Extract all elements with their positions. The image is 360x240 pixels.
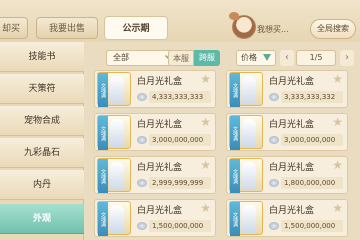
item-card[interactable]: 文魂满 白月光礼盒 3,333,333,332 ★ [226,70,348,108]
sidebar-item-inner-pill[interactable]: 内丹 [0,170,84,200]
item-price: 2,999,999,999 [149,177,211,189]
item-tag: 文魂满 [98,159,108,193]
favorite-star-icon[interactable]: ★ [200,116,211,128]
top-bar: 却买 我要出售 公示期 我想买... 全局搜索 [0,0,360,42]
item-grid: 文魂满 白月光礼盒 4,333,333,333 ★ 文魂满 白月光礼盒 3,33… [94,70,360,240]
sidebar-item-crystal[interactable]: 九彩晶石 [0,138,84,168]
filter-row: 全部 本服 跨服 价格 ‹ 1/5 › [88,48,360,70]
price-sort-label: 价格 [241,53,257,62]
page-indicator: 1/5 [296,50,336,66]
silver-coin-icon [269,222,279,230]
item-name: 白月光礼盒 [269,77,315,87]
item-card[interactable]: 文魂满 白月光礼盒 2,999,999,999 ★ [94,156,216,194]
sidebar-item-appearance[interactable]: 外观 [0,204,84,234]
item-tag: 文魂满 [98,116,108,150]
item-tag: 文魂满 [230,116,240,150]
price-sort-button[interactable]: 价格 [236,50,276,66]
item-tag: 文魂满 [230,202,240,236]
item-card[interactable]: 文魂满 白月光礼盒 3,000,000,000 ★ [226,113,348,151]
silver-coin-icon [137,179,147,187]
item-price: 3,000,000,000 [149,134,211,146]
sort-down-icon [263,54,271,61]
gift-box-icon: 文魂满 [97,158,131,193]
favorite-star-icon[interactable]: ★ [332,159,343,171]
item-price: 1,500,000,000 [281,220,343,232]
item-card[interactable]: 文魂满 白月光礼盒 1,500,000,000 ★ [94,199,216,237]
gift-box-icon: 文魂满 [97,201,131,236]
silver-coin-icon [269,136,279,144]
server-local-toggle[interactable]: 本服 [168,50,194,66]
gift-box-icon: 文魂满 [229,201,263,236]
sidebar-item-skill-book[interactable]: 技能书 [0,42,84,72]
gift-box-icon: 文魂满 [229,72,263,107]
tab-buy[interactable]: 却买 [0,17,28,39]
gift-box-icon: 文魂满 [229,158,263,193]
item-card[interactable]: 文魂满 白月光礼盒 4,333,333,333 ★ [94,70,216,108]
favorite-star-icon[interactable]: ★ [200,159,211,171]
favorite-star-icon[interactable]: ★ [332,116,343,128]
item-name: 白月光礼盒 [269,163,315,173]
item-card[interactable]: 文魂满 白月光礼盒 1,800,000,000 ★ [226,156,348,194]
gift-box-icon: 文魂满 [97,115,131,150]
next-page-button[interactable]: › [340,50,354,66]
item-price: 3,000,000,000 [281,134,343,146]
item-card[interactable]: 文魂满 白月光礼盒 3,000,000,000 ★ [94,113,216,151]
category-value: 全部 [113,53,129,62]
item-price: 1,800,000,000 [281,177,343,189]
item-tag: 文魂满 [98,73,108,107]
item-name: 白月光礼盒 [137,163,183,173]
gift-box-icon: 文魂满 [229,115,263,150]
favorite-star-icon[interactable]: ★ [332,73,343,85]
gift-box-icon: 文魂满 [97,72,131,107]
item-tag: 文魂满 [230,73,240,107]
want-buy-label[interactable]: 我想买... [257,24,289,35]
avatar[interactable] [229,12,256,39]
server-cross-toggle[interactable]: 跨服 [194,50,220,66]
item-name: 白月光礼盒 [269,206,315,216]
tab-sell[interactable]: 我要出售 [36,17,98,39]
item-name: 白月光礼盒 [137,206,183,216]
item-name: 白月光礼盒 [269,120,315,130]
silver-coin-icon [269,93,279,101]
silver-coin-icon [269,179,279,187]
market-screen: 却买 我要出售 公示期 我想买... 全局搜索 技能书 天策符 宠物合成 九彩晶… [0,0,360,240]
item-price: 4,333,333,333 [149,91,211,103]
sidebar: 技能书 天策符 宠物合成 九彩晶石 内丹 外观 [0,42,84,240]
item-card[interactable]: 文魂满 白月光礼盒 1,500,000,000 ★ [226,199,348,237]
item-tag: 文魂满 [98,202,108,236]
item-price: 1,500,000,000 [149,220,211,232]
item-name: 白月光礼盒 [137,120,183,130]
favorite-star-icon[interactable]: ★ [332,202,343,214]
item-price: 3,333,333,332 [281,91,343,103]
silver-coin-icon [137,136,147,144]
tab-notice-period[interactable]: 公示期 [104,16,168,40]
favorite-star-icon[interactable]: ★ [200,202,211,214]
item-name: 白月光礼盒 [137,77,183,87]
global-search-button[interactable]: 全局搜索 [310,19,356,39]
prev-page-button[interactable]: ‹ [280,50,294,66]
silver-coin-icon [137,222,147,230]
favorite-star-icon[interactable]: ★ [200,73,211,85]
sidebar-item-talisman[interactable]: 天策符 [0,74,84,104]
item-tag: 文魂满 [230,159,240,193]
silver-coin-icon [137,93,147,101]
sidebar-item-pet-synthesis[interactable]: 宠物合成 [0,106,84,136]
